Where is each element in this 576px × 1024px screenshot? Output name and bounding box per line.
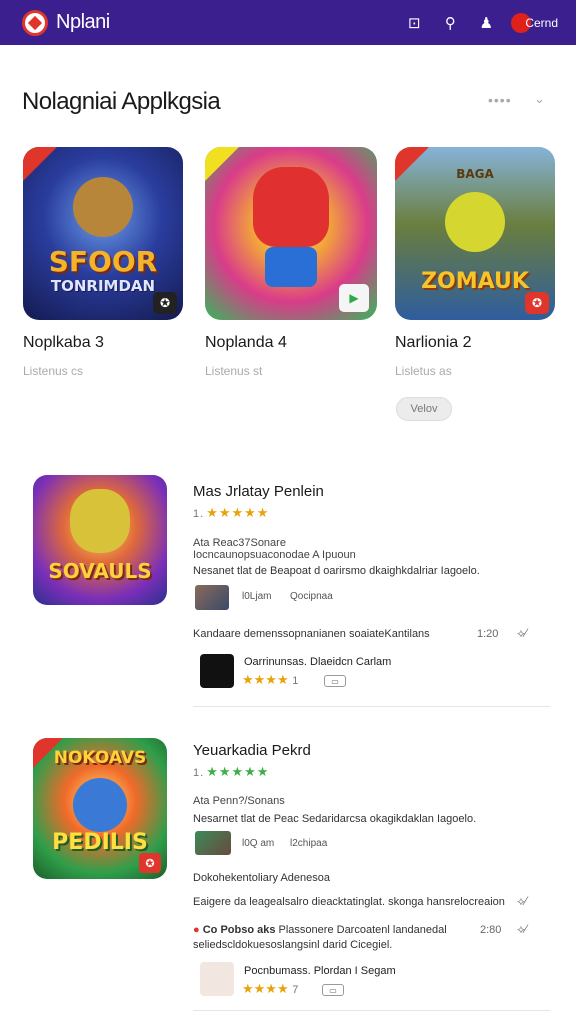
art-title: ZOMAUK xyxy=(421,269,529,294)
app-card[interactable]: ▶ Noplanda 4 Listenus st xyxy=(205,147,377,378)
section-title: Nolagniai Applkgsia xyxy=(22,88,221,115)
share-icon[interactable]: ⟡⁄ xyxy=(517,894,527,909)
badge-icon: ▭ xyxy=(322,984,344,996)
art-sign: BAGA xyxy=(456,167,494,181)
stars: ★★★★ xyxy=(242,672,289,687)
more-dots-icon[interactable]: •••• xyxy=(488,92,512,108)
tag-badge xyxy=(205,147,239,181)
share-icon[interactable]: ⟡⁄ xyxy=(517,922,527,937)
art-title: NOKOAVS xyxy=(53,748,147,768)
user-label[interactable]: Cernd xyxy=(525,16,558,30)
featured-description: Nesanet tlat de Beapoat d oarirsmo dkaig… xyxy=(193,565,480,577)
app-card-name[interactable]: Noplanda 4 xyxy=(205,334,377,352)
review-body: Plassonere Darcoatenl landanedal xyxy=(278,924,447,936)
review-text: Eaigere da leagealsalro dieacktatinglat.… xyxy=(193,896,505,908)
review-text-3: seliedscldokuesoslangsinl darid Cicegiel… xyxy=(193,939,393,951)
stars: ★★★★★ xyxy=(206,764,270,779)
app-logo[interactable] xyxy=(22,9,48,36)
review-prefix: Co Pobso aks xyxy=(202,924,276,936)
bell-icon[interactable]: ♟ xyxy=(477,14,495,32)
app-card[interactable]: SFOOR TONRIMDAN ✪ Noplkaba 3 Listenus cs xyxy=(23,147,183,378)
art-title: SFOOR xyxy=(48,245,158,278)
thumb-time: l0Q am xyxy=(242,838,275,849)
featured-title[interactable]: Mas Jrlatay Penlein xyxy=(193,483,324,500)
stars: ★★★★ xyxy=(242,981,289,996)
badge-icon: ▭ xyxy=(324,675,346,687)
rating-value: 1. xyxy=(193,767,205,779)
rating-stars: 1. ★★★★★ xyxy=(193,764,269,780)
character-body xyxy=(265,247,317,287)
controller-icon[interactable]: ⊡ xyxy=(405,14,423,32)
developer-rating: 7 xyxy=(292,984,299,996)
app-card[interactable]: BAGA ZOMAUK ✪ Narlionia 2 Lisletus as xyxy=(395,147,555,378)
play-icon[interactable]: ▶ xyxy=(339,284,369,312)
featured-meta: Ata Reac37Sonare xyxy=(193,537,286,549)
share-icon[interactable]: ⟡⁄ xyxy=(517,626,527,641)
developer-name[interactable]: Pocnbumass. Plordan I Segam xyxy=(244,965,396,977)
app-name: Nplani xyxy=(56,11,110,33)
character-art xyxy=(73,177,133,237)
character-art xyxy=(445,192,505,252)
corner-icon: ✪ xyxy=(139,853,161,873)
art-subtitle: PEDILIS xyxy=(52,830,148,855)
character-art xyxy=(73,778,127,832)
app-card-sub: Listenus cs xyxy=(23,364,84,378)
featured-meta: Ata Penn?/Sonans xyxy=(193,795,285,807)
review-count: 2:80 xyxy=(480,924,502,936)
review-count: 1:20 xyxy=(477,628,499,640)
view-more-button[interactable]: Velov xyxy=(396,397,452,421)
tag-badge xyxy=(23,147,57,181)
search-icon[interactable]: ⚲ xyxy=(441,14,459,32)
screenshot-thumb[interactable] xyxy=(195,831,231,855)
divider xyxy=(193,706,550,707)
character-art xyxy=(253,167,329,247)
app-card-art[interactable]: BAGA ZOMAUK ✪ xyxy=(395,147,555,320)
thumb-info: Qocipnaa xyxy=(290,591,333,602)
developer-stars: ★★★★ 1 xyxy=(242,672,298,688)
developer-rating: 1 xyxy=(292,675,299,687)
featured-app-art[interactable]: SOVAULS xyxy=(33,475,167,605)
developer-logo[interactable] xyxy=(200,962,234,996)
corner-icon: ✪ xyxy=(525,292,549,314)
app-card-sub: Lisletus as xyxy=(395,364,452,378)
featured-meta-2: Iocncaunopsuaconodae A Ipuoun xyxy=(193,549,356,561)
review-flag-icon: ● xyxy=(193,924,200,936)
rating-value: 1. xyxy=(193,508,205,520)
character-art xyxy=(70,489,130,553)
developer-logo[interactable] xyxy=(200,654,234,688)
screenshot-thumb[interactable] xyxy=(195,585,229,610)
divider xyxy=(193,1010,550,1011)
thumb-time: l0Ljam xyxy=(242,591,272,602)
featured-app-art[interactable]: NOKOAVS PEDILIS ✪ xyxy=(33,738,167,879)
thumb-info: l2chipaa xyxy=(290,838,328,849)
featured-title[interactable]: Yeuarkadia Pekrd xyxy=(193,742,311,759)
app-card-name[interactable]: Noplkaba 3 xyxy=(23,334,183,352)
rating-stars: 1. ★★★★★ xyxy=(193,505,269,521)
developer-name[interactable]: Oarrinunsas. Dlaeidcn Carlam xyxy=(244,656,391,668)
featured-description: Nesarnet tlat de Peac Sedaridarcsa okagi… xyxy=(193,813,477,825)
app-card-art[interactable]: ▶ xyxy=(205,147,377,320)
review-text-2: ● Co Pobso aks Plassonere Darcoatenl lan… xyxy=(193,924,447,936)
corner-icon: ✪ xyxy=(153,292,177,314)
app-card-art[interactable]: SFOOR TONRIMDAN ✪ xyxy=(23,147,183,320)
art-title: SOVAULS xyxy=(48,559,152,583)
chevron-down-icon[interactable]: ⌄ xyxy=(534,91,545,107)
stars: ★★★★★ xyxy=(206,505,270,520)
review-text: Kandaare demenssopnanianen soaiateKantil… xyxy=(193,628,430,640)
app-bar: Nplani ⊡ ⚲ ♟ Cernd xyxy=(0,0,576,45)
developer-stars: ★★★★ 7 xyxy=(242,981,298,997)
app-card-name[interactable]: Narlionia 2 xyxy=(395,334,555,352)
app-card-sub: Listenus st xyxy=(205,364,263,378)
review-label: Dokohekentoliary Adenesoa xyxy=(193,872,330,884)
